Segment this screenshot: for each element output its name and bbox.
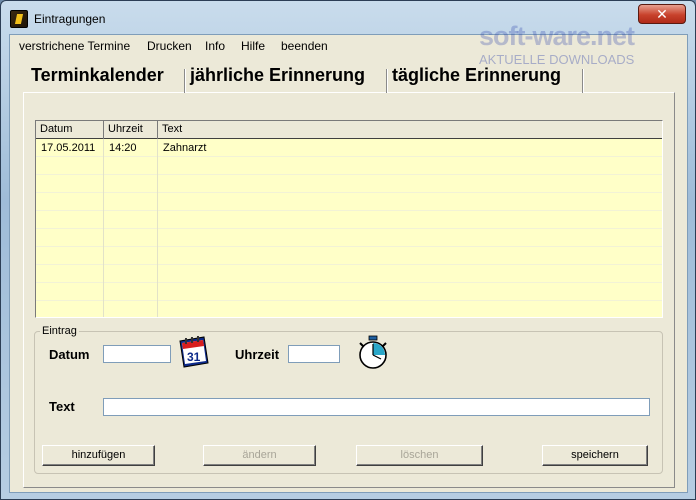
column-header-uhrzeit[interactable]: Uhrzeit xyxy=(104,121,158,139)
datum-field[interactable] xyxy=(103,345,171,363)
tab-terminkalender[interactable]: Terminkalender xyxy=(28,65,164,93)
title-bar[interactable]: Eintragungen ✕ xyxy=(1,1,695,35)
delete-button[interactable]: löschen xyxy=(356,445,483,466)
table-header: Datum Uhrzeit Text xyxy=(36,121,662,139)
tab-taegliche-erinnerung[interactable]: tägliche Erinnerung xyxy=(389,65,561,93)
appointment-table[interactable]: Datum Uhrzeit Text 17.05.2011 14:20 Zahn… xyxy=(35,120,663,318)
menu-beenden[interactable]: beenden xyxy=(281,39,328,53)
window-title: Eintragungen xyxy=(34,12,106,26)
tab-separator xyxy=(184,69,186,93)
tab-separator xyxy=(582,69,584,93)
menu-hilfe[interactable]: Hilfe xyxy=(241,39,265,53)
save-button[interactable]: speichern xyxy=(542,445,648,466)
menu-verstrichene-termine[interactable]: verstrichene Termine xyxy=(19,39,130,53)
cell-datum: 17.05.2011 xyxy=(41,142,96,154)
text-field[interactable] xyxy=(103,398,650,416)
menu-bar: verstrichene Termine Drucken Info Hilfe … xyxy=(10,35,687,55)
stopwatch-icon[interactable] xyxy=(356,335,390,371)
datum-label: Datum xyxy=(49,347,90,362)
cell-uhrzeit: 14:20 xyxy=(109,142,137,154)
uhrzeit-label: Uhrzeit xyxy=(235,347,280,362)
add-button[interactable]: hinzufügen xyxy=(42,445,155,466)
cell-text: Zahnarzt xyxy=(163,142,207,154)
client-area: verstrichene Termine Drucken Info Hilfe … xyxy=(9,34,688,493)
menu-info[interactable]: Info xyxy=(205,39,225,53)
entry-legend: Eintrag xyxy=(40,325,79,337)
column-header-text[interactable]: Text xyxy=(158,121,662,139)
column-divider xyxy=(103,139,104,317)
close-button[interactable]: ✕ xyxy=(638,4,686,24)
text-label: Text xyxy=(49,399,75,414)
main-window: Eintragungen ✕ verstrichene Termine Druc… xyxy=(0,0,696,500)
menu-drucken[interactable]: Drucken xyxy=(147,39,192,53)
tab-jaehrliche-erinnerung[interactable]: jährliche Erinnerung xyxy=(187,65,365,93)
tab-separator xyxy=(386,69,388,93)
table-body xyxy=(36,139,662,317)
calendar-icon[interactable]: 31 xyxy=(177,335,211,369)
column-divider xyxy=(157,139,158,317)
app-icon xyxy=(10,10,28,28)
column-header-datum[interactable]: Datum xyxy=(36,121,104,139)
calendar-day-text: 31 xyxy=(187,350,201,364)
uhrzeit-field[interactable] xyxy=(288,345,340,363)
change-button[interactable]: ändern xyxy=(203,445,316,466)
